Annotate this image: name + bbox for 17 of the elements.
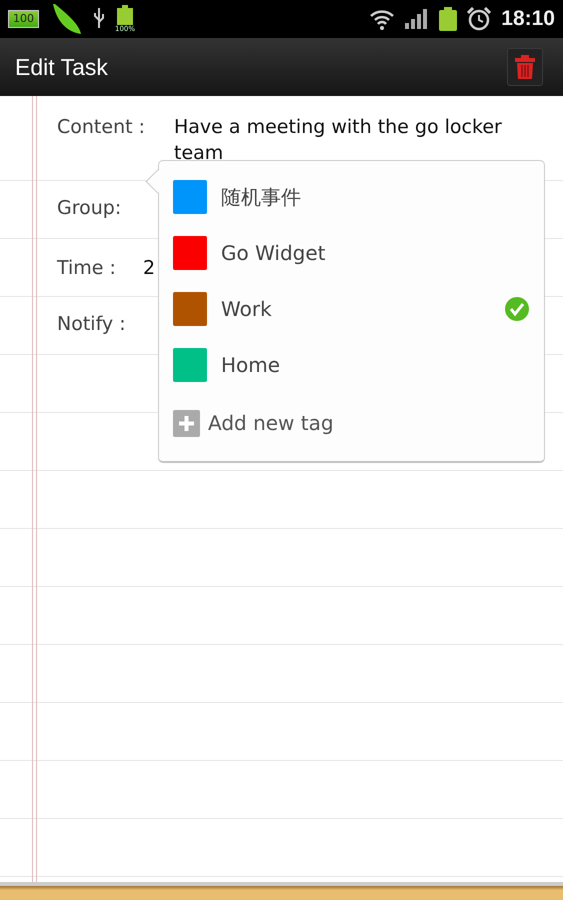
- field-label: Time :: [57, 257, 117, 279]
- add-tag-item[interactable]: Add new tag: [173, 393, 530, 453]
- field-label: Notify :: [57, 313, 127, 335]
- tag-item[interactable]: Go Widget: [173, 225, 530, 281]
- tag-item[interactable]: Home: [173, 337, 530, 393]
- battery-badge: 100: [8, 10, 39, 28]
- tag-name: Go Widget: [221, 241, 327, 265]
- tag-name: Home: [221, 353, 282, 377]
- add-tag-label: Add new tag: [208, 411, 334, 435]
- clock-time: 18:10: [501, 7, 555, 31]
- window-title: Edit Task: [15, 54, 108, 80]
- tag-item[interactable]: Work: [173, 281, 530, 337]
- field-label: Group:: [57, 197, 122, 219]
- tag-item[interactable]: 随机事件: [173, 169, 530, 225]
- tag-name: Work: [221, 297, 273, 321]
- field-label: Content :: [57, 116, 146, 138]
- tag-name: 随机事件: [221, 184, 302, 210]
